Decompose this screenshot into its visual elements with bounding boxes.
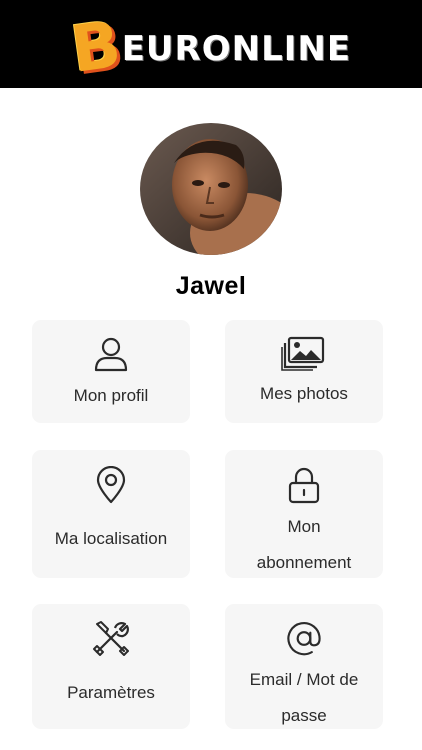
logo-text: EURONLINE bbox=[121, 29, 352, 69]
photos-button[interactable]: Mes photos bbox=[225, 320, 383, 423]
location-button[interactable]: Ma localisation bbox=[32, 450, 190, 578]
photos-icon bbox=[281, 336, 325, 371]
app-header: B EURONLINE bbox=[0, 0, 422, 88]
profile-label: Mon profil bbox=[73, 386, 149, 405]
user-icon bbox=[94, 337, 128, 372]
subscription-label-line1: Mon bbox=[287, 517, 321, 536]
lock-icon bbox=[288, 467, 320, 504]
photos-label: Mes photos bbox=[260, 384, 348, 403]
location-label: Ma localisation bbox=[54, 529, 168, 548]
settings-label: Paramètres bbox=[67, 683, 155, 702]
profile-avatar[interactable] bbox=[140, 123, 282, 255]
subscription-button[interactable]: Mon abonnement bbox=[225, 450, 383, 578]
avatar-photo bbox=[140, 123, 282, 255]
tools-icon bbox=[93, 621, 129, 656]
map-pin-icon bbox=[96, 466, 126, 504]
subscription-label-line2: abonnement bbox=[256, 553, 352, 572]
app-logo[interactable]: B EURONLINE bbox=[67, 8, 352, 88]
profile-username: Jawel bbox=[175, 272, 247, 300]
credentials-label-line2: passe bbox=[281, 706, 327, 725]
logo-initial: B bbox=[66, 7, 126, 88]
profile-button[interactable]: Mon profil bbox=[32, 320, 190, 423]
settings-button[interactable]: Paramètres bbox=[32, 604, 190, 729]
at-icon bbox=[287, 622, 321, 656]
credentials-label-line1: Email / Mot de bbox=[249, 670, 359, 689]
credentials-button[interactable]: Email / Mot de passe bbox=[225, 604, 383, 729]
